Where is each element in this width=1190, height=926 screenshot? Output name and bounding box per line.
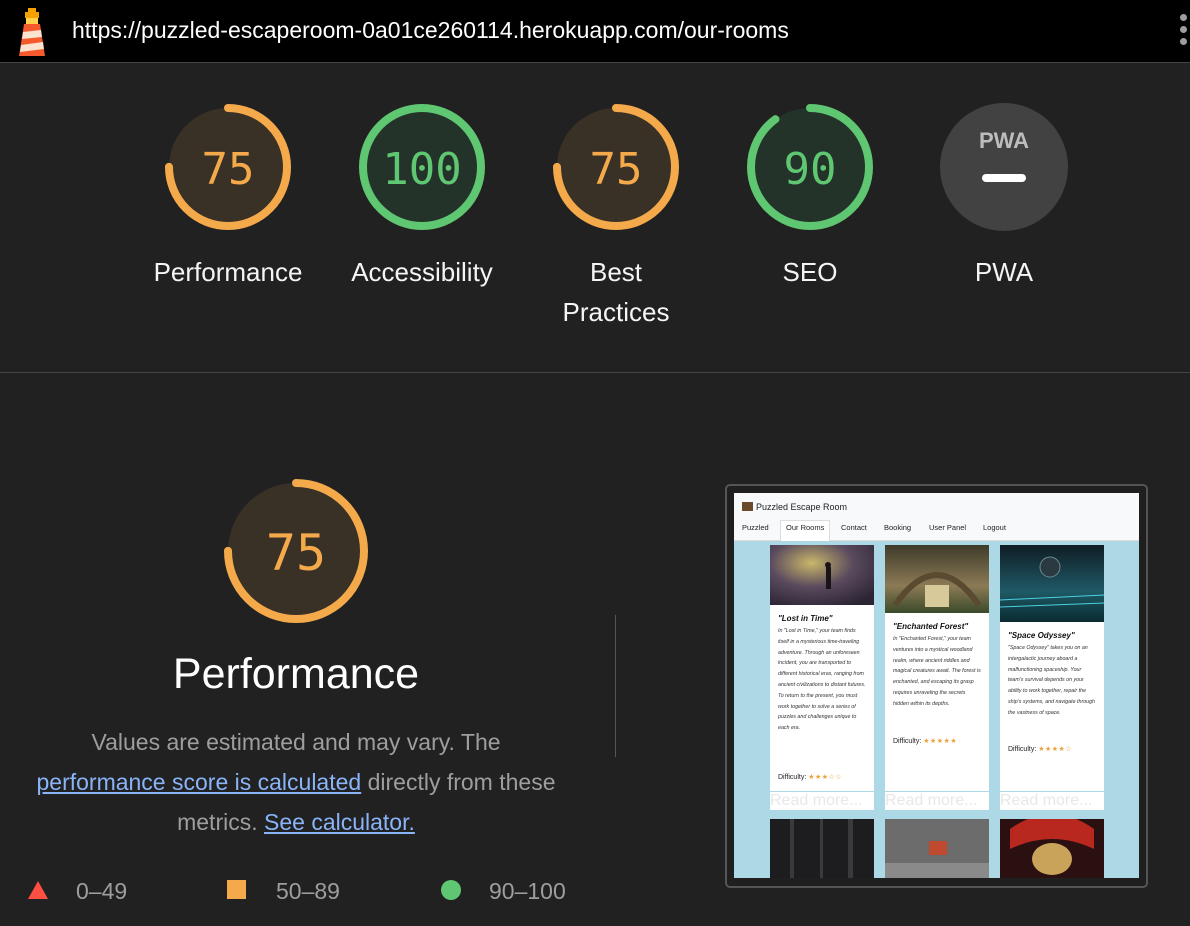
performance-score: 75: [266, 524, 326, 582]
card-body: "Space Odyssey" takes you on an intergal…: [1008, 645, 1095, 716]
room-image: [1000, 819, 1104, 878]
final-screenshot: Puzzled Escape Room Puzzled Our Rooms Co…: [734, 493, 1139, 878]
performance-gauge: 75: [224, 479, 368, 623]
desc-text: metrics.: [177, 809, 264, 835]
thumb-nav-item: Contact: [841, 523, 867, 532]
triangle-icon: [28, 881, 48, 899]
brand-logo-icon: [742, 502, 753, 511]
vertical-divider: [615, 615, 616, 757]
star-rating-icon: ★★★★☆: [1038, 746, 1073, 753]
card-difficulty: Difficulty: ★★★★☆: [1008, 746, 1073, 753]
legend-range: 90–100: [489, 878, 566, 904]
see-calculator-link[interactable]: See calculator.: [264, 809, 415, 835]
pwa-badge-text: PWA: [979, 128, 1029, 153]
gauge-accessibility[interactable]: 100 Accessibility: [322, 102, 522, 292]
card-difficulty: Difficulty: ★★★☆☆: [778, 774, 843, 781]
square-icon: [227, 880, 246, 899]
legend-range: 50–89: [276, 878, 340, 904]
star-rating-icon: ★★★★★: [923, 738, 958, 745]
thumb-nav-item: User Panel: [929, 523, 967, 532]
desc-text: directly from these: [361, 769, 556, 795]
star-rating-icon: ★★★☆☆: [808, 774, 843, 781]
performance-description: Values are estimated and may vary. The p…: [0, 722, 592, 842]
gauge-ring: 75: [553, 104, 679, 230]
legend-range: 0–49: [76, 878, 128, 904]
gauge-label: Performance: [153, 257, 303, 287]
thumb-nav-item-active: Our Rooms: [780, 520, 831, 541]
thumb-nav-item: Puzzled: [742, 523, 769, 532]
pwa-badge-icon: PWA: [940, 103, 1068, 231]
gauge-score: 90: [784, 144, 837, 195]
card-body: In "Enchanted Forest," your team venture…: [893, 636, 981, 707]
thumb-navbar: Puzzled Escape Room Puzzled Our Rooms Co…: [734, 493, 1139, 541]
gauge-seo[interactable]: 90 SEO: [710, 102, 910, 292]
desc-text: Values are estimated and may vary. The: [91, 729, 501, 755]
score-gauges: 75 Performance 100 Accessibility 75 Best…: [0, 64, 1190, 373]
gauge-label: SEO: [782, 257, 838, 287]
gauge-label-line: Practices: [562, 297, 670, 327]
gauge-label: Accessibility: [351, 257, 493, 287]
gauge-ring: 75: [165, 104, 291, 230]
lighthouse-logo-icon: [19, 8, 45, 56]
room-image: [885, 545, 989, 613]
gauge-score: 75: [590, 144, 643, 195]
room-image: [999, 545, 1105, 622]
performance-title: Performance: [172, 650, 420, 698]
gauge-score: 75: [202, 144, 255, 195]
gauge-label-line: Best: [589, 257, 643, 287]
gauge-ring: 90: [747, 104, 873, 230]
card-title: "Lost in Time": [778, 614, 833, 623]
gauge-ring: 100: [359, 104, 485, 230]
thumb-nav: Puzzled Our Rooms Contact Booking User P…: [734, 520, 1139, 541]
thumb-nav-item: Logout: [983, 523, 1006, 532]
read-more-button: Read more...: [770, 792, 874, 810]
thumb-room-card: "Enchanted Forest" In "Enchanted Forest,…: [885, 545, 989, 791]
score-calculated-link[interactable]: performance score is calculated: [36, 769, 361, 795]
gauge-label: Best Practices: [516, 252, 716, 332]
top-bar: https://puzzled-escaperoom-0a01ce260114.…: [0, 0, 1190, 63]
room-image: [885, 819, 989, 878]
thumb-brand: Puzzled Escape Room: [742, 502, 847, 512]
read-more-button: Read more...: [1000, 792, 1104, 810]
url-text[interactable]: https://puzzled-escaperoom-0a01ce260114.…: [72, 17, 789, 44]
gauge-performance[interactable]: 75 Performance: [128, 102, 328, 292]
gauge-best-practices[interactable]: 75 Best Practices: [516, 102, 716, 332]
thumb-room-card: "Lost in Time" In "Lost in Time," your t…: [770, 545, 874, 791]
thumb-nav-item: Booking: [884, 523, 912, 532]
room-image: [770, 819, 874, 878]
gauge-pwa[interactable]: PWA PWA: [904, 102, 1104, 292]
gauge-score: 100: [382, 144, 461, 195]
thumb-room-card: "Space Odyssey" "Space Odyssey" takes yo…: [999, 545, 1105, 791]
circle-icon: [441, 880, 461, 900]
card-difficulty: Difficulty: ★★★★★: [893, 738, 958, 745]
card-body: In "Lost in Time," your team finds itsel…: [778, 628, 866, 732]
card-title: "Space Odyssey": [1008, 631, 1075, 640]
room-image: [770, 545, 874, 605]
gauge-label: PWA: [974, 257, 1034, 287]
read-more-button: Read more...: [885, 792, 989, 810]
card-title: "Enchanted Forest": [893, 622, 969, 631]
menu-kebab-icon[interactable]: [1180, 14, 1190, 50]
